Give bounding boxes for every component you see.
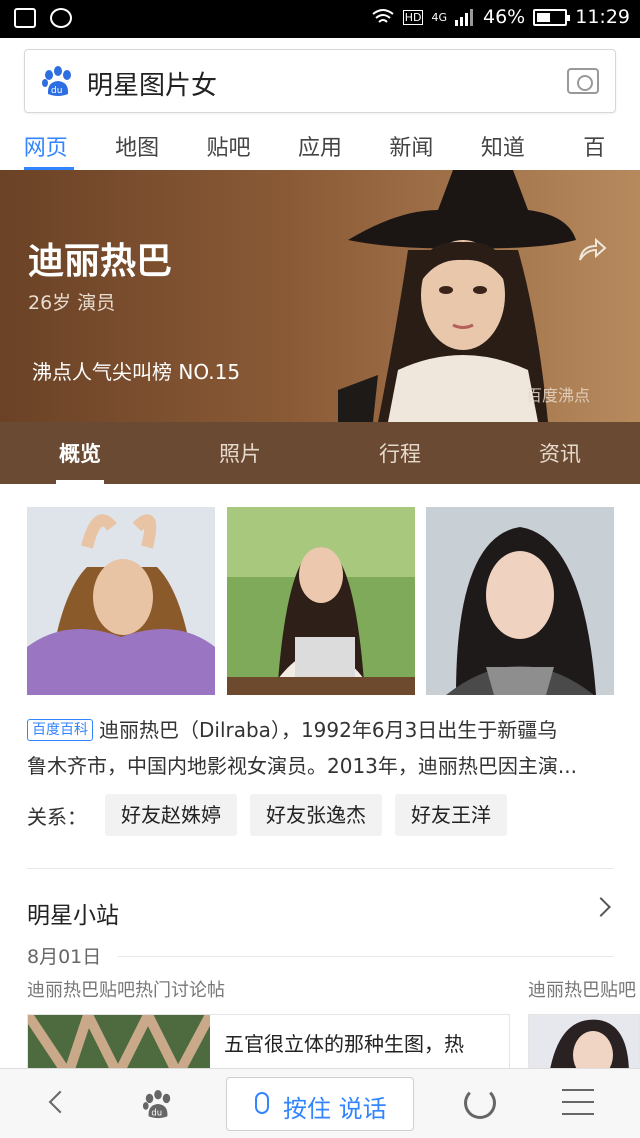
post-thumbnail xyxy=(529,1015,639,1073)
watermark: 百度沸点 xyxy=(526,386,591,405)
divider xyxy=(118,956,614,957)
tab-web[interactable]: 网页 xyxy=(0,120,91,170)
menu-icon[interactable] xyxy=(562,1089,594,1117)
post-card[interactable] xyxy=(528,1014,640,1074)
celebrity-subtitle: 26岁 演员 xyxy=(28,292,116,314)
baidu-home-icon[interactable]: du xyxy=(142,1089,174,1121)
clock: 11:29 xyxy=(575,6,630,28)
tab-map[interactable]: 地图 xyxy=(91,120,182,170)
tab-photos[interactable]: 照片 xyxy=(160,422,320,484)
chevron-right-icon[interactable] xyxy=(591,897,611,917)
intro-line-1: 迪丽热巴（Dilraba），1992年6月3日出生于新疆乌 xyxy=(99,718,558,742)
post-title: 五官很立体的那种生图，热 xyxy=(224,1032,464,1056)
tab-news[interactable]: 资讯 xyxy=(480,422,640,484)
more-dots-icon xyxy=(50,8,72,28)
tab-schedule[interactable]: 行程 xyxy=(320,422,480,484)
baike-badge: 百度百科 xyxy=(27,719,93,741)
tab-news[interactable]: 新闻 xyxy=(366,120,457,170)
tab-apps[interactable]: 应用 xyxy=(274,120,365,170)
tab-overview[interactable]: 概览 xyxy=(0,422,160,484)
battery-icon xyxy=(533,8,571,26)
baidu-paw-icon: du xyxy=(42,66,71,96)
svg-text:du: du xyxy=(51,86,62,96)
divider xyxy=(27,868,614,869)
hd-icon: HD xyxy=(402,9,424,25)
status-bar: HD 4G 46% 11:29 xyxy=(0,0,640,38)
section-title[interactable]: 明星小站 xyxy=(27,896,119,930)
bottom-toolbar: du 按住 说话 xyxy=(0,1068,640,1138)
card-caption: 迪丽热巴贴吧 xyxy=(528,980,636,1001)
profile-tabs: 概览 照片 行程 资讯 xyxy=(0,422,640,484)
relation-chip[interactable]: 好友赵姝婷 xyxy=(105,794,237,836)
share-icon[interactable] xyxy=(576,234,608,266)
refresh-icon[interactable] xyxy=(464,1087,496,1119)
popularity-rank[interactable]: 沸点人气尖叫榜 NO.15 xyxy=(32,356,240,385)
intro-line-2: 鲁木齐市，中国内地影视女演员。2013年，迪丽热巴因主演... xyxy=(27,754,577,778)
tab-tieba[interactable]: 贴吧 xyxy=(183,120,274,170)
search-input[interactable]: 明星图片女 xyxy=(87,65,217,102)
post-date: 8月01日 xyxy=(27,946,102,968)
relations-label: 关系： xyxy=(27,804,87,829)
search-tabs: 网页 地图 贴吧 应用 新闻 知道 百 xyxy=(0,120,640,170)
relations: 关系： 好友赵姝婷 好友张逸杰 好友王洋 xyxy=(27,794,520,836)
tab-baike[interactable]: 百 xyxy=(549,120,640,170)
intro-text[interactable]: 百度百科 迪丽热巴（Dilraba），1992年6月3日出生于新疆乌 鲁木齐市，中… xyxy=(27,712,617,784)
celebrity-name: 迪丽热巴 xyxy=(28,241,173,282)
gallery-icon xyxy=(14,8,36,28)
camera-icon[interactable] xyxy=(567,68,599,94)
voice-input-button[interactable]: 按住 说话 xyxy=(226,1077,414,1131)
svg-text:du: du xyxy=(151,1107,162,1117)
photo-thumbnail[interactable] xyxy=(227,507,415,695)
relation-chip[interactable]: 好友王洋 xyxy=(395,794,507,836)
signal-icon xyxy=(455,9,473,26)
relation-chip[interactable]: 好友张逸杰 xyxy=(250,794,382,836)
tab-zhidao[interactable]: 知道 xyxy=(457,120,548,170)
search-box[interactable]: du 明星图片女 xyxy=(24,49,616,113)
network-type: 4G xyxy=(431,10,447,24)
celebrity-hero[interactable]: 迪丽热巴 26岁 演员 沸点人气尖叫榜 NO.15 百度沸点 xyxy=(0,170,640,422)
post-thumbnail xyxy=(28,1015,210,1073)
voice-label: 按住 说话 xyxy=(283,1095,387,1123)
photo-thumbnail[interactable] xyxy=(27,507,215,695)
microphone-icon xyxy=(255,1092,269,1114)
photo-thumbnail[interactable] xyxy=(426,507,614,695)
card-caption: 迪丽热巴贴吧热门讨论帖 xyxy=(27,980,225,1001)
battery-percent: 46% xyxy=(483,6,526,28)
post-card[interactable]: 五官很立体的那种生图，热 xyxy=(27,1014,510,1074)
back-icon[interactable] xyxy=(48,1090,72,1114)
wifi-icon xyxy=(372,9,394,23)
